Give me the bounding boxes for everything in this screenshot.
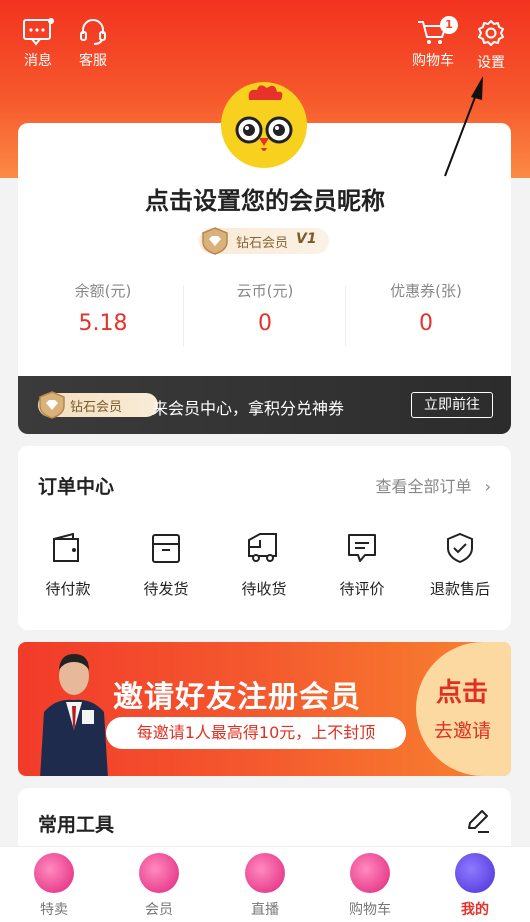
- wallet-icon: [53, 532, 79, 562]
- vip-tag-label: 钻石会员: [70, 400, 123, 415]
- diamond-shield-icon: [39, 391, 65, 419]
- pending-review-label: 待评价: [339, 580, 385, 598]
- coupon-value: 0: [419, 311, 433, 336]
- invite-cta[interactable]: 点击 去邀请: [416, 642, 511, 776]
- order-center-card: 订单中心 查看全部订单 › 待付款 待发货 待收货 待评价 退款售后: [18, 446, 511, 630]
- mine-tab-icon: [455, 853, 495, 893]
- invite-subtitle: 每邀请1人最高得10元，上不封顶: [106, 717, 406, 749]
- order-pending-payment[interactable]: 待付款: [23, 532, 113, 599]
- tab-member[interactable]: 会员: [119, 853, 199, 919]
- live-tab-icon: [245, 853, 285, 893]
- common-tools-title: 常用工具: [38, 814, 115, 836]
- cloud-coin-label: 云币(元): [236, 282, 294, 300]
- refund-aftersale-label: 退款售后: [429, 580, 490, 598]
- invite-friends-banner[interactable]: 邀请好友注册会员 每邀请1人最高得10元，上不封顶 点击 去邀请: [18, 642, 511, 776]
- pending-shipment-label: 待发货: [143, 580, 189, 598]
- vip-banner-message: 来会员中心，拿积分兑神券: [152, 399, 345, 418]
- shield-check-icon: [447, 532, 473, 564]
- tab-sale-label: 特卖: [40, 902, 68, 918]
- chevron-right-icon: ›: [484, 477, 491, 496]
- invite-cta-bottom: 去邀请: [434, 720, 492, 742]
- cloud-coin-stat[interactable]: 云币(元) 0: [180, 280, 350, 336]
- pending-receipt-label: 待收货: [241, 580, 287, 598]
- vip-tag: 钻石会员: [38, 391, 158, 419]
- invite-headline: 邀请好友注册会员: [113, 680, 361, 715]
- cloud-coin-value: 0: [258, 311, 272, 336]
- pending-payment-label: 待付款: [45, 580, 91, 598]
- tab-cart[interactable]: 购物车: [330, 853, 410, 919]
- balance-label: 余额(元): [74, 282, 132, 300]
- tab-live[interactable]: 直播: [225, 853, 305, 919]
- coupon-stat[interactable]: 优惠券(张) 0: [341, 280, 511, 336]
- view-all-orders-label: 查看全部订单: [375, 477, 472, 496]
- annotation-arrow-icon: [444, 76, 483, 177]
- tab-member-label: 会员: [145, 902, 173, 918]
- tab-mine[interactable]: 我的: [435, 853, 515, 919]
- box-icon: [152, 534, 180, 563]
- invite-cta-top: 点击: [436, 678, 489, 708]
- member-tab-icon: [139, 853, 179, 893]
- sale-tab-icon: [34, 853, 74, 893]
- edit-icon[interactable]: [465, 808, 491, 834]
- vip-level-label: 钻石会员: [236, 236, 289, 251]
- vip-center-banner[interactable]: 钻石会员 来会员中心，拿积分兑神券 立即前往: [18, 376, 511, 434]
- spokesperson-image: [40, 654, 108, 776]
- order-pending-review[interactable]: 待评价: [317, 532, 407, 599]
- diamond-shield-icon: [202, 227, 228, 255]
- view-all-orders-link[interactable]: 查看全部订单 ›: [375, 473, 491, 497]
- cart-tab-icon: [350, 853, 390, 893]
- order-pending-shipment[interactable]: 待发货: [121, 532, 211, 599]
- balance-stat[interactable]: 余额(元) 5.18: [18, 280, 188, 336]
- tab-live-label: 直播: [251, 902, 279, 918]
- truck-icon: [248, 533, 277, 562]
- tab-cart-label: 购物车: [349, 902, 391, 918]
- tab-mine-label: 我的: [461, 902, 489, 918]
- tab-sale[interactable]: 特卖: [14, 853, 94, 919]
- vip-level-mark: V1: [296, 231, 317, 247]
- go-now-button[interactable]: 立即前往: [411, 392, 493, 418]
- order-pending-receipt[interactable]: 待收货: [219, 532, 309, 599]
- order-refund-aftersale[interactable]: 退款售后: [415, 532, 505, 599]
- coupon-label: 优惠券(张): [390, 282, 462, 300]
- bottom-tab-bar: 特卖 会员 直播 购物车 我的: [0, 846, 530, 922]
- comment-icon: [348, 534, 376, 562]
- vip-level-badge[interactable]: 钻石会员 V1: [199, 227, 329, 255]
- balance-value: 5.18: [78, 311, 128, 336]
- order-center-title: 订单中心: [38, 476, 115, 498]
